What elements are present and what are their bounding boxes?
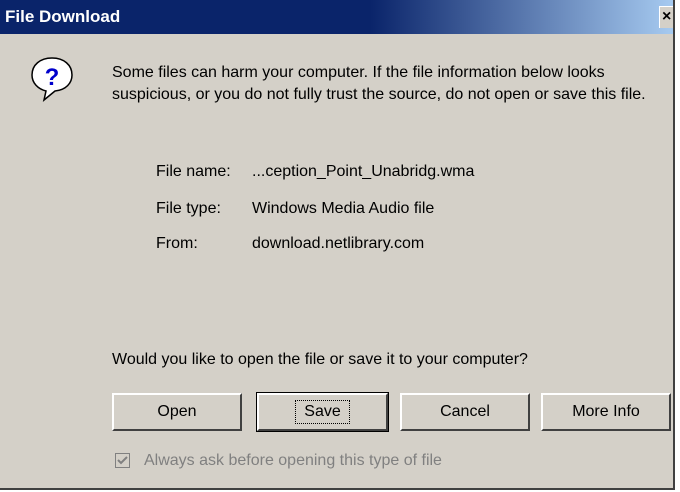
question-glyph: ? — [45, 64, 60, 91]
checkmark-icon — [117, 456, 128, 465]
cancel-button[interactable]: Cancel — [400, 393, 530, 431]
file-type-value: Windows Media Audio file — [252, 200, 435, 217]
always-ask-label: Always ask before opening this type of f… — [144, 452, 442, 469]
question-icon: ? — [31, 57, 73, 102]
file-type-label: File type: — [156, 200, 221, 217]
file-name-label: File name: — [156, 163, 231, 180]
save-button[interactable]: Save — [256, 392, 389, 432]
always-ask-checkbox[interactable] — [115, 453, 130, 468]
file-from-label: From: — [156, 235, 198, 252]
window-title: File Download — [5, 7, 121, 26]
title-bar[interactable]: File Download × — [0, 0, 673, 34]
more-info-button[interactable]: More Info — [541, 393, 671, 431]
file-name-value: ...ception_Point_Unabridg.wma — [252, 163, 475, 180]
file-download-dialog: File Download × ? Some files can harm yo… — [0, 0, 675, 490]
close-button[interactable]: × — [659, 6, 673, 28]
save-button-label: Save — [295, 400, 350, 424]
open-button[interactable]: Open — [112, 393, 242, 431]
warning-message: Some files can harm your computer. If th… — [112, 64, 646, 103]
file-from-value: download.netlibrary.com — [252, 235, 425, 252]
open-or-save-question: Would you like to open the file or save … — [112, 351, 528, 368]
close-icon: × — [662, 8, 672, 25]
